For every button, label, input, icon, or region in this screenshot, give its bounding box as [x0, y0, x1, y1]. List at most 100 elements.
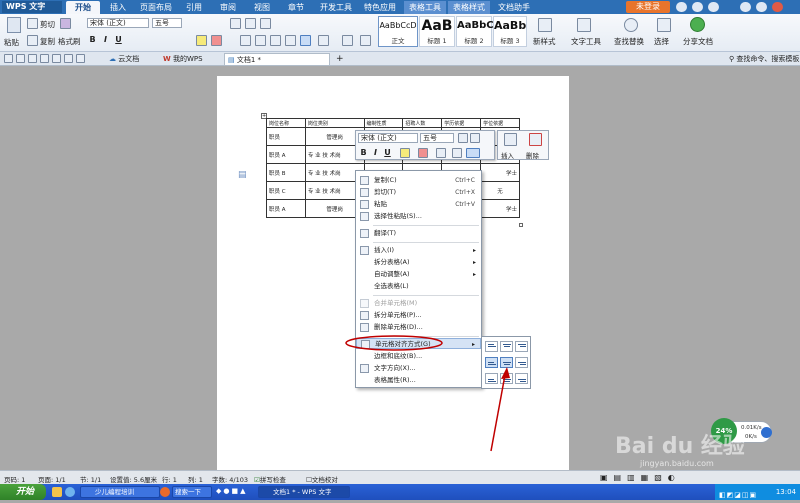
table-header-cell[interactable]: 招聘人数	[402, 118, 443, 128]
align-top-left-button[interactable]	[485, 341, 498, 352]
new-style-button[interactable]: 新样式	[533, 36, 556, 47]
tab-document1[interactable]: ▤ 文档1 *	[224, 53, 330, 65]
font-color-icon[interactable]	[211, 35, 222, 46]
mini-border-icon[interactable]	[452, 148, 462, 158]
font-name-select[interactable]: 宋体 (正文)	[87, 18, 149, 28]
mini-align-icon[interactable]	[466, 148, 480, 158]
tab-developer[interactable]: 开发工具	[316, 1, 356, 14]
tab-review[interactable]: 审阅	[214, 1, 242, 14]
start-button[interactable]: 开始	[0, 484, 46, 500]
line-spacing-icon[interactable]	[318, 35, 329, 46]
new-doc-icon[interactable]	[4, 54, 13, 63]
menu-autofit[interactable]: 自动调整(A) ▸	[356, 269, 481, 280]
align-top-right-button[interactable]	[515, 341, 528, 352]
menu-paste-special[interactable]: 选择性粘贴(S)...	[356, 211, 481, 222]
tab-insert[interactable]: 插入	[104, 1, 132, 14]
taskbar-item-wps[interactable]: 文档1 * - WPS 文字	[258, 486, 350, 498]
table-header-cell[interactable]: 岗位名称	[266, 118, 306, 128]
mini-insert-button[interactable]: 插入	[501, 150, 514, 160]
align-top-center-button[interactable]	[500, 341, 513, 352]
tab-chapter[interactable]: 章节	[282, 1, 310, 14]
menu-translate[interactable]: 翻译(T)	[356, 228, 481, 239]
view-mode-icons[interactable]: ▣▤▥▦▧◐	[600, 473, 681, 482]
bullet-list-icon[interactable]	[230, 18, 241, 29]
table-cell[interactable]: 职员	[266, 127, 306, 146]
select-button[interactable]: 选择	[654, 36, 669, 47]
align-bottom-right-button[interactable]	[515, 373, 528, 384]
login-button[interactable]: 未登录	[626, 1, 670, 13]
quicklaunch-icons[interactable]: ◆●■▲	[216, 487, 254, 497]
style-normal[interactable]: AaBbCcD 正文	[378, 16, 418, 47]
tab-table-style[interactable]: 表格样式	[448, 1, 490, 14]
mini-underline-button[interactable]: U	[383, 148, 392, 157]
save-icon[interactable]	[28, 54, 37, 63]
mini-bold-button[interactable]: B	[359, 148, 368, 157]
ie-icon[interactable]	[65, 487, 75, 497]
menu-delete-cells[interactable]: 删除单元格(D)...	[356, 322, 481, 333]
doc-proofread-button[interactable]: ☐文档校对	[306, 474, 338, 484]
underline-button[interactable]: U	[114, 35, 123, 44]
menu-split-table[interactable]: 拆分表格(A) ▸	[356, 257, 481, 268]
mini-italic-button[interactable]: I	[371, 148, 380, 157]
mini-font-select[interactable]: 宋体 (正文)	[358, 133, 418, 143]
indent-icon[interactable]	[260, 18, 271, 29]
status-page-code[interactable]: 页码: 1	[4, 474, 25, 484]
restore-icon[interactable]	[756, 2, 767, 12]
highlight-icon[interactable]	[196, 35, 207, 46]
taskbar-search[interactable]: 搜索一下	[172, 486, 212, 498]
copy-button[interactable]: 复制	[40, 36, 55, 47]
table-header-cell[interactable]: 岗位类别	[304, 118, 365, 128]
cut-button[interactable]: 剪切	[40, 19, 55, 30]
paste-button[interactable]: 粘贴	[4, 37, 19, 48]
style-heading1[interactable]: AaB 标题 1	[419, 16, 455, 47]
help-icon[interactable]	[692, 2, 703, 12]
distribute-icon[interactable]	[300, 35, 311, 46]
menu-select-table[interactable]: 全选表格(L)	[356, 281, 481, 292]
tab-my-wps[interactable]: W 我的WPS	[160, 53, 212, 65]
style-heading2[interactable]: AaBbC 标题 2	[456, 16, 494, 47]
table-resize-handle[interactable]	[519, 223, 523, 227]
minimize-icon[interactable]	[740, 2, 751, 12]
tab-page-layout[interactable]: 页面布局	[136, 1, 176, 14]
menu-copy[interactable]: 复制(C) Ctrl+C	[356, 175, 481, 186]
border-icon[interactable]	[360, 35, 371, 46]
bold-button[interactable]: B	[88, 35, 97, 44]
spell-check-toggle[interactable]: ☑拼写检查	[254, 474, 286, 484]
mini-highlight-icon[interactable]	[400, 148, 410, 158]
tab-reference[interactable]: 引用	[180, 1, 208, 14]
tab-cloud-docs[interactable]: ☁ 云文档	[106, 53, 156, 65]
tab-doc-assistant[interactable]: 文档助手	[494, 1, 534, 14]
menu-text-direction[interactable]: 文字方向(X)...	[356, 363, 481, 374]
command-search[interactable]: ⚲ 查找命令、搜索模板	[726, 53, 800, 65]
undo-icon[interactable]	[64, 54, 73, 63]
share-button[interactable]: 分享文档	[683, 36, 713, 47]
close-icon[interactable]	[772, 2, 783, 12]
table-header-cell[interactable]: 学位依据	[480, 118, 520, 128]
menu-borders-shading[interactable]: 边框和底纹(B)...	[356, 351, 481, 362]
table-cell[interactable]: 学士	[480, 163, 520, 182]
browser-icon[interactable]	[160, 487, 170, 497]
style-heading3[interactable]: AaBb 标题 3	[493, 16, 527, 47]
table-cell[interactable]: 职员 A	[266, 199, 306, 218]
number-list-icon[interactable]	[245, 18, 256, 29]
menu-merge-cells[interactable]: 合并单元格(M)	[356, 298, 481, 309]
redo-icon[interactable]	[76, 54, 85, 63]
preview-icon[interactable]	[52, 54, 61, 63]
table-header-cell[interactable]: 编制性质	[363, 118, 404, 128]
table-cell[interactable]: 职员 C	[266, 181, 306, 200]
font-size-select[interactable]: 五号	[152, 18, 182, 28]
align-right-icon[interactable]	[270, 35, 281, 46]
skin-icon[interactable]	[708, 2, 719, 12]
paste-options-icon[interactable]: ▤	[238, 171, 247, 180]
tab-table-tools[interactable]: 表格工具	[404, 1, 446, 14]
table-cell[interactable]: 职员 A	[266, 145, 306, 164]
settings-icon[interactable]	[676, 2, 687, 12]
grow-font-icon[interactable]	[458, 133, 468, 143]
status-word-count[interactable]: 字数: 4/103	[212, 474, 248, 484]
table-cell[interactable]: 职员 B	[266, 163, 306, 182]
tray-icons[interactable]: ◧◩◪◫▣	[719, 487, 757, 503]
shrink-font-icon[interactable]	[470, 133, 480, 143]
text-tools-button[interactable]: 文字工具	[571, 36, 601, 47]
mini-shading-icon[interactable]	[436, 148, 446, 158]
menu-paste[interactable]: 粘贴 Ctrl+V	[356, 199, 481, 210]
